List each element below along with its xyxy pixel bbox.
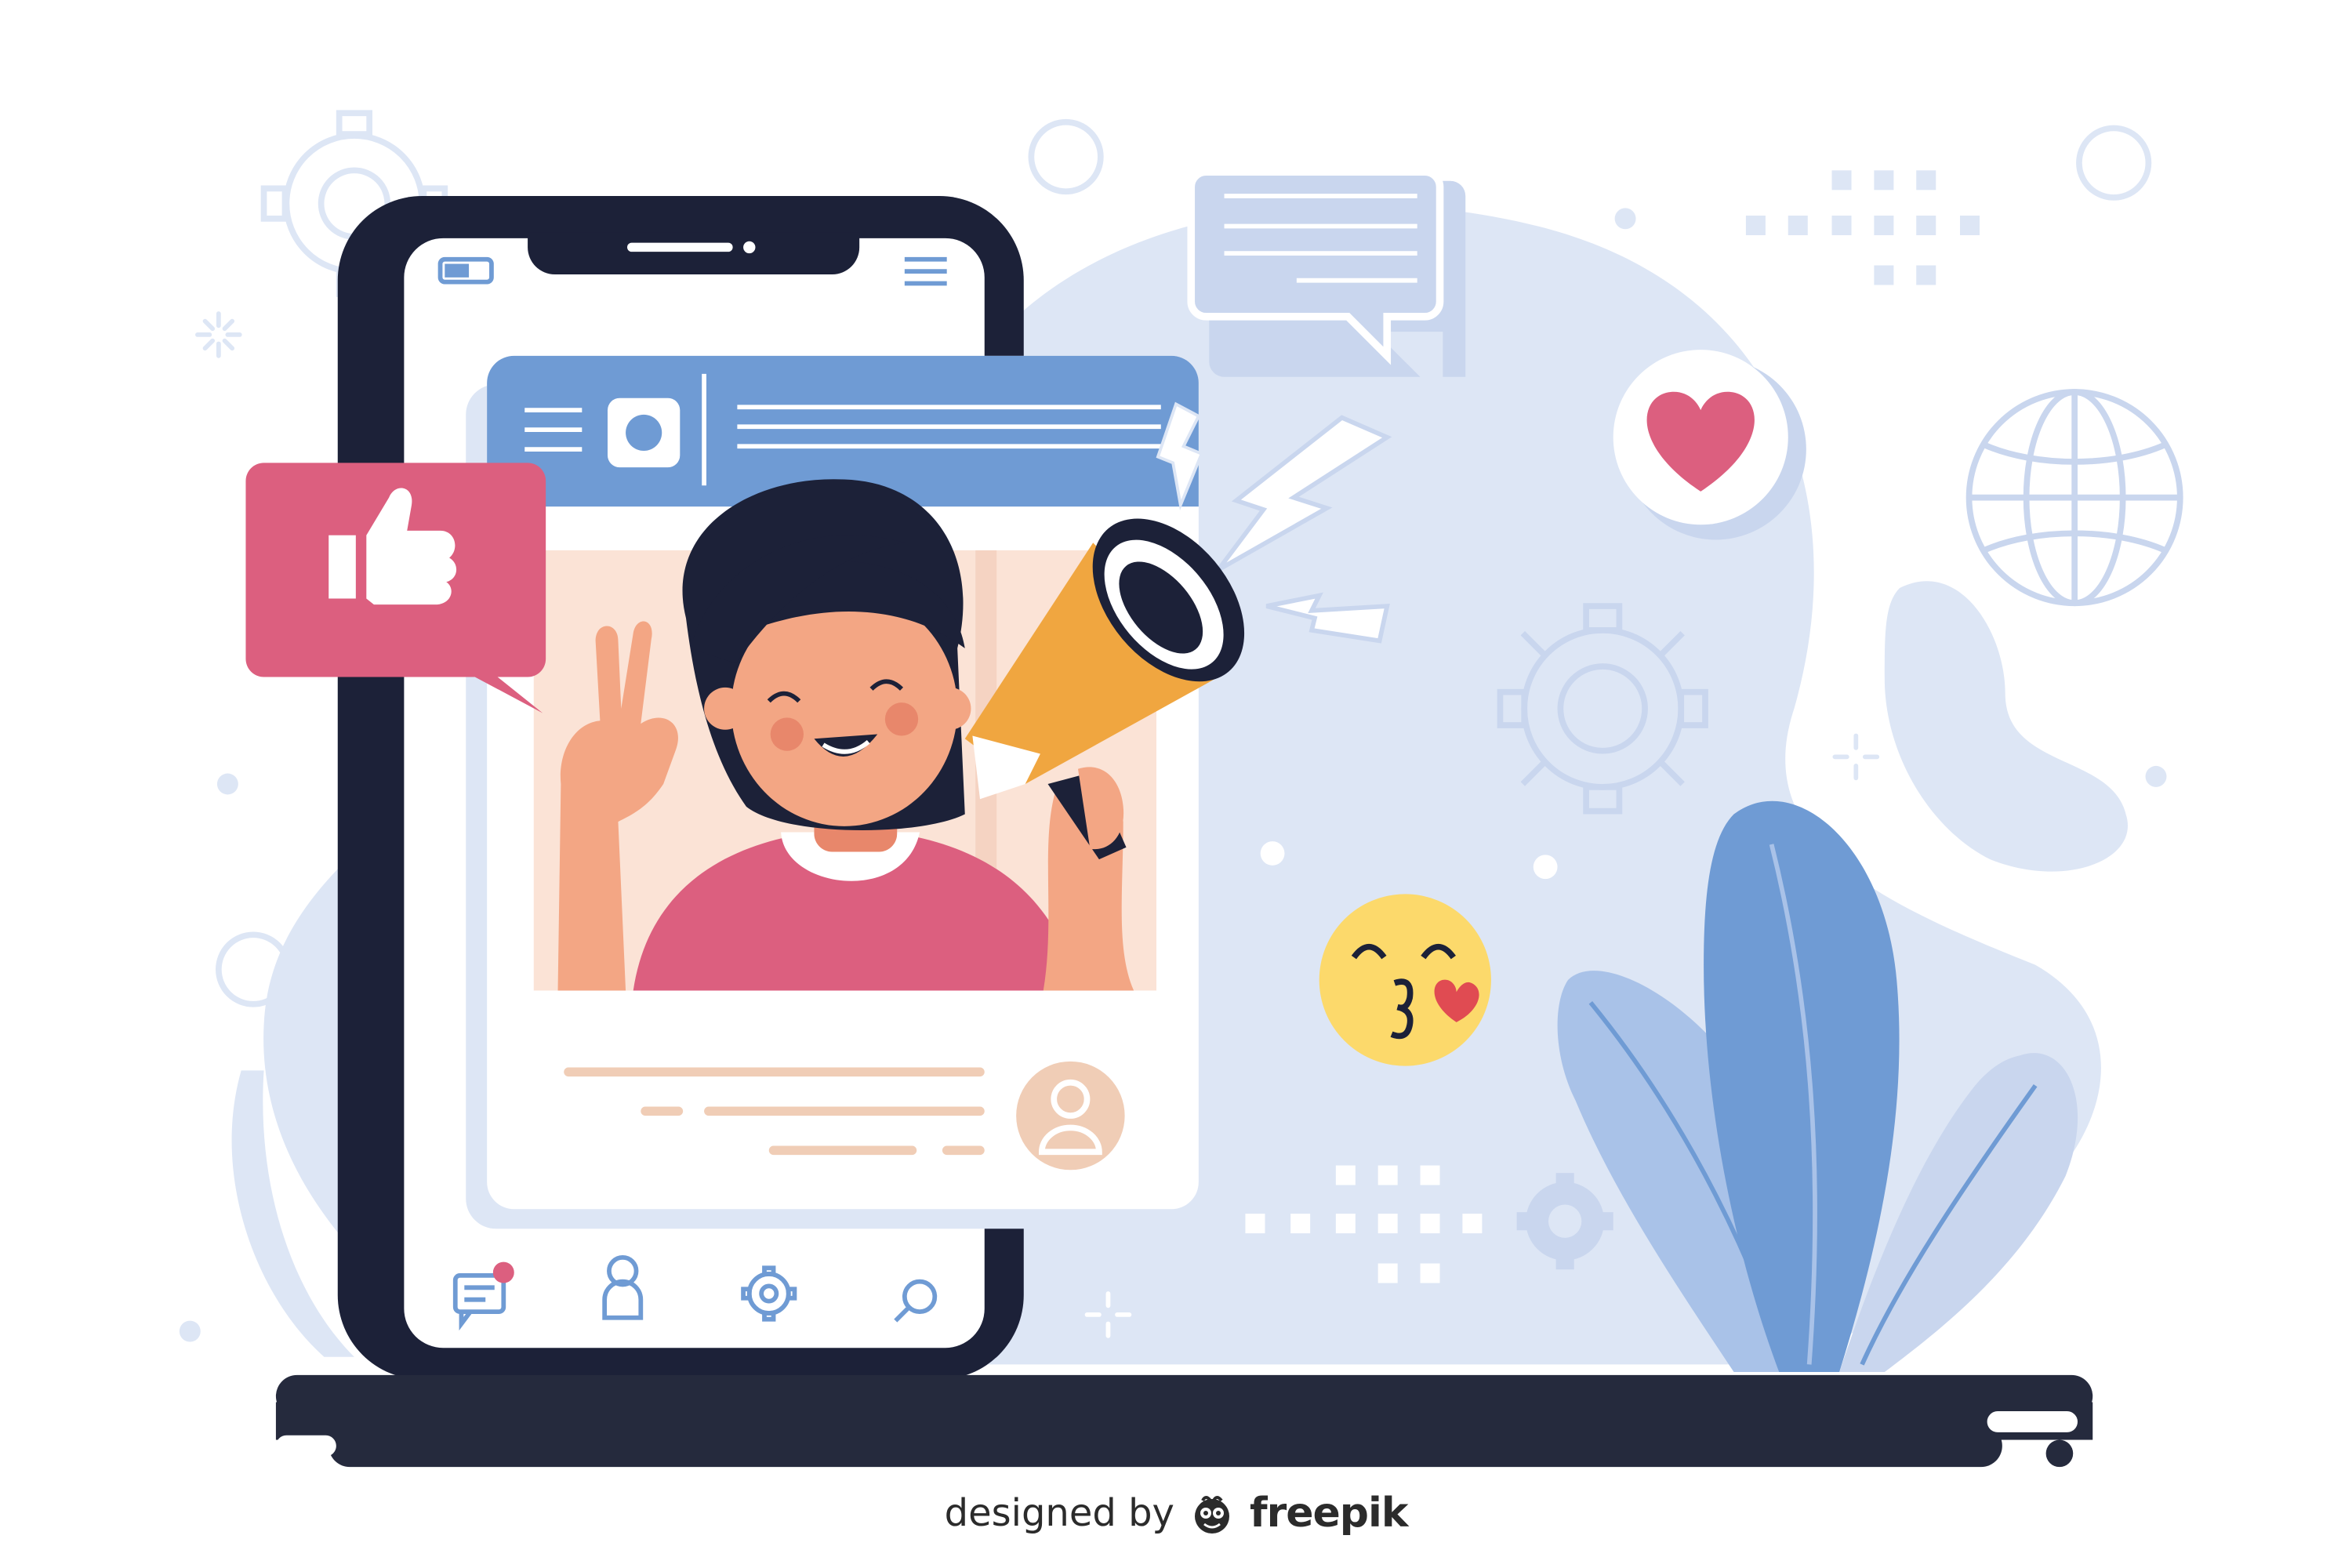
credit-prefix: designed by xyxy=(944,1491,1174,1535)
freepik-credit[interactable]: designed by freepik xyxy=(0,1474,2352,1552)
kiss-emoji-icon xyxy=(1319,894,1491,1066)
social-media-illustration xyxy=(179,110,2183,1468)
credit-brand: freepik xyxy=(1249,1490,1408,1537)
user-avatar-icon xyxy=(1016,1061,1125,1171)
globe-icon xyxy=(1965,389,2183,607)
decor-dot-grid-top xyxy=(1745,170,1980,285)
freepik-logo-icon xyxy=(1194,1496,1229,1534)
thumbs-up-icon xyxy=(245,463,546,713)
ground-platform xyxy=(275,1374,2093,1468)
camera-icon xyxy=(608,397,681,468)
